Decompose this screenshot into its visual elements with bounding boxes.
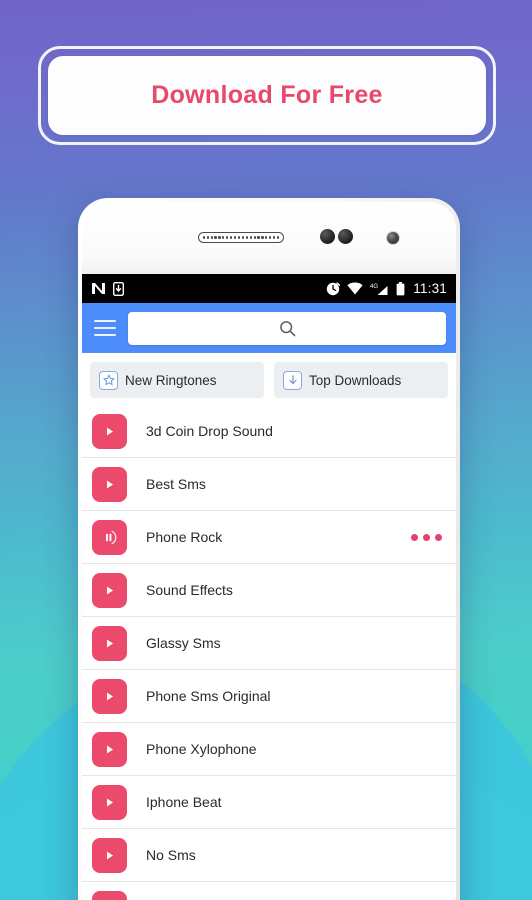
front-camera-icon [386, 231, 400, 245]
table-row[interactable]: Phone Xylophone [82, 723, 456, 776]
play-icon[interactable] [92, 731, 127, 767]
download-for-free-button[interactable]: Download For Free [38, 46, 496, 145]
status-bar-right: 4G 11:31 [326, 281, 447, 296]
status-bar-left [91, 281, 124, 296]
play-icon[interactable] [92, 572, 127, 608]
search-icon [279, 320, 295, 336]
play-icon[interactable] [92, 678, 127, 714]
tab-new-ringtones-label: New Ringtones [125, 372, 217, 388]
hamburger-menu-icon[interactable] [92, 316, 118, 341]
phone-mockup: 4G 11:31 New Ringtones Top Downloads 3d … [78, 198, 460, 900]
ringtone-title: Best Sms [146, 476, 206, 492]
play-icon[interactable] [92, 784, 127, 820]
play-icon[interactable] [92, 837, 127, 873]
ringtone-title: 3d Coin Drop Sound [146, 423, 273, 439]
ringtone-list: 3d Coin Drop Sound Best Sms Phone Rock S… [82, 405, 456, 900]
android-n-logo-icon [92, 283, 105, 294]
star-outline-icon [99, 370, 118, 390]
ringtone-title: Phone Sms Original [146, 688, 271, 704]
play-icon[interactable] [92, 466, 127, 502]
ringtone-title: Iphone Beat [146, 794, 222, 810]
table-row[interactable]: No Sms [82, 829, 456, 882]
alarm-icon [327, 281, 341, 295]
phone-screen: 4G 11:31 New Ringtones Top Downloads 3d … [82, 274, 456, 900]
download-cta-label: Download For Free [151, 81, 383, 109]
tab-top-downloads[interactable]: Top Downloads [274, 362, 448, 398]
ringtone-title: Phone Rock [146, 529, 223, 545]
wifi-icon [347, 282, 363, 295]
play-icon[interactable] [92, 890, 127, 900]
tab-new-ringtones[interactable]: New Ringtones [90, 362, 264, 398]
download-icon [113, 281, 124, 296]
download-arrow-icon [283, 370, 302, 390]
play-icon[interactable] [92, 413, 127, 449]
status-bar-clock: 11:31 [413, 281, 447, 296]
svg-text:4G: 4G [370, 284, 378, 290]
signal-4g-icon: 4G [370, 284, 388, 295]
tab-top-downloads-label: Top Downloads [309, 372, 402, 388]
more-dots-icon[interactable] [411, 533, 442, 541]
pause-icon[interactable] [92, 519, 127, 555]
table-row-playing[interactable]: Phone Rock [82, 511, 456, 564]
ringtone-title: Phone Xylophone [146, 741, 257, 757]
table-row[interactable]: 3d Coin Drop Sound [82, 405, 456, 458]
table-row-partial[interactable] [82, 882, 456, 900]
table-row[interactable]: Phone Sms Original [82, 670, 456, 723]
ringtone-title: Glassy Sms [146, 635, 221, 651]
app-bar [82, 303, 456, 353]
ringtone-title: Sound Effects [146, 582, 233, 598]
proximity-sensor-icon [320, 229, 335, 244]
table-row[interactable]: Glassy Sms [82, 617, 456, 670]
search-bar[interactable] [128, 311, 446, 345]
table-row[interactable]: Best Sms [82, 458, 456, 511]
phone-top-bezel [82, 202, 456, 274]
ringtone-title: No Sms [146, 847, 196, 863]
status-bar: 4G 11:31 [82, 274, 456, 303]
download-cta-surface[interactable]: Download For Free [48, 56, 486, 135]
speaker-grille-icon [198, 232, 284, 243]
table-row[interactable]: Sound Effects [82, 564, 456, 617]
tab-bar: New Ringtones Top Downloads [82, 353, 456, 405]
table-row[interactable]: Iphone Beat [82, 776, 456, 829]
battery-icon [396, 281, 405, 295]
play-icon[interactable] [92, 625, 127, 661]
phone-body: 4G 11:31 New Ringtones Top Downloads 3d … [82, 202, 456, 900]
light-sensor-icon [338, 229, 353, 244]
